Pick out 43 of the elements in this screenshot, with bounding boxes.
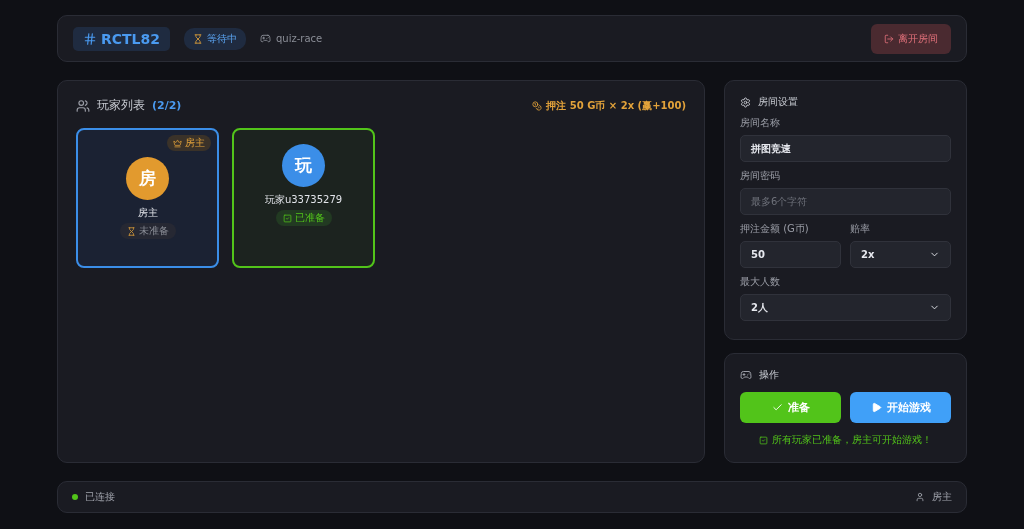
- connection-status: 已连接: [85, 490, 115, 504]
- gamepad-icon: [260, 33, 271, 44]
- user-icon: [915, 492, 925, 502]
- crown-icon: [173, 138, 182, 148]
- panel-title: 房间设置: [758, 95, 798, 109]
- input-field[interactable]: 拼图竞速: [740, 135, 951, 162]
- host-badge: 房主: [167, 135, 211, 151]
- status-badge: 等待中: [184, 27, 246, 50]
- field-label: 赔率: [850, 222, 871, 236]
- panel-title: 操作: [759, 368, 779, 382]
- hourglass-icon: [126, 226, 136, 236]
- current-user: 房主: [932, 490, 952, 504]
- panel-title: 玩家列表: [97, 97, 145, 114]
- ready-note: 所有玩家已准备，房主可开始游戏！: [772, 433, 932, 447]
- room-code: RCTL82: [73, 26, 170, 51]
- field-label: 房间名称: [740, 116, 781, 130]
- exit-icon: [884, 33, 894, 44]
- settings-icon: [740, 96, 751, 108]
- input-field[interactable]: 50: [740, 241, 841, 268]
- select-field[interactable]: 2x: [850, 241, 951, 268]
- player-name: 房主: [137, 206, 158, 220]
- bet-summary: 押注 50 G币 × 2x (赢+100): [546, 98, 686, 113]
- field-label: 押注金额 (G币): [740, 222, 810, 236]
- check-icon: [282, 213, 292, 223]
- field-label: 房间密码: [740, 169, 781, 183]
- player-avatar: 玩: [282, 144, 325, 187]
- game-mode: quiz-race: [276, 33, 323, 44]
- hourglass-icon: [193, 33, 203, 44]
- ready-status: 已准备: [275, 210, 332, 226]
- field-label: 最大人数: [740, 275, 781, 289]
- player-name: 玩家u33735279: [264, 193, 343, 207]
- check-icon: [759, 435, 768, 445]
- leave-room-button[interactable]: 离开房间: [871, 23, 951, 54]
- select-field[interactable]: 2人: [740, 294, 951, 321]
- users-icon: [76, 98, 90, 113]
- player-count: (2/2): [152, 99, 182, 112]
- ready-status: 未准备: [119, 223, 176, 239]
- gamepad-icon: [740, 369, 752, 381]
- coins-icon: [532, 100, 543, 111]
- check-icon: [771, 402, 783, 413]
- hash-icon: [83, 31, 97, 46]
- player-avatar: 房: [126, 157, 169, 200]
- play-icon: [870, 402, 882, 413]
